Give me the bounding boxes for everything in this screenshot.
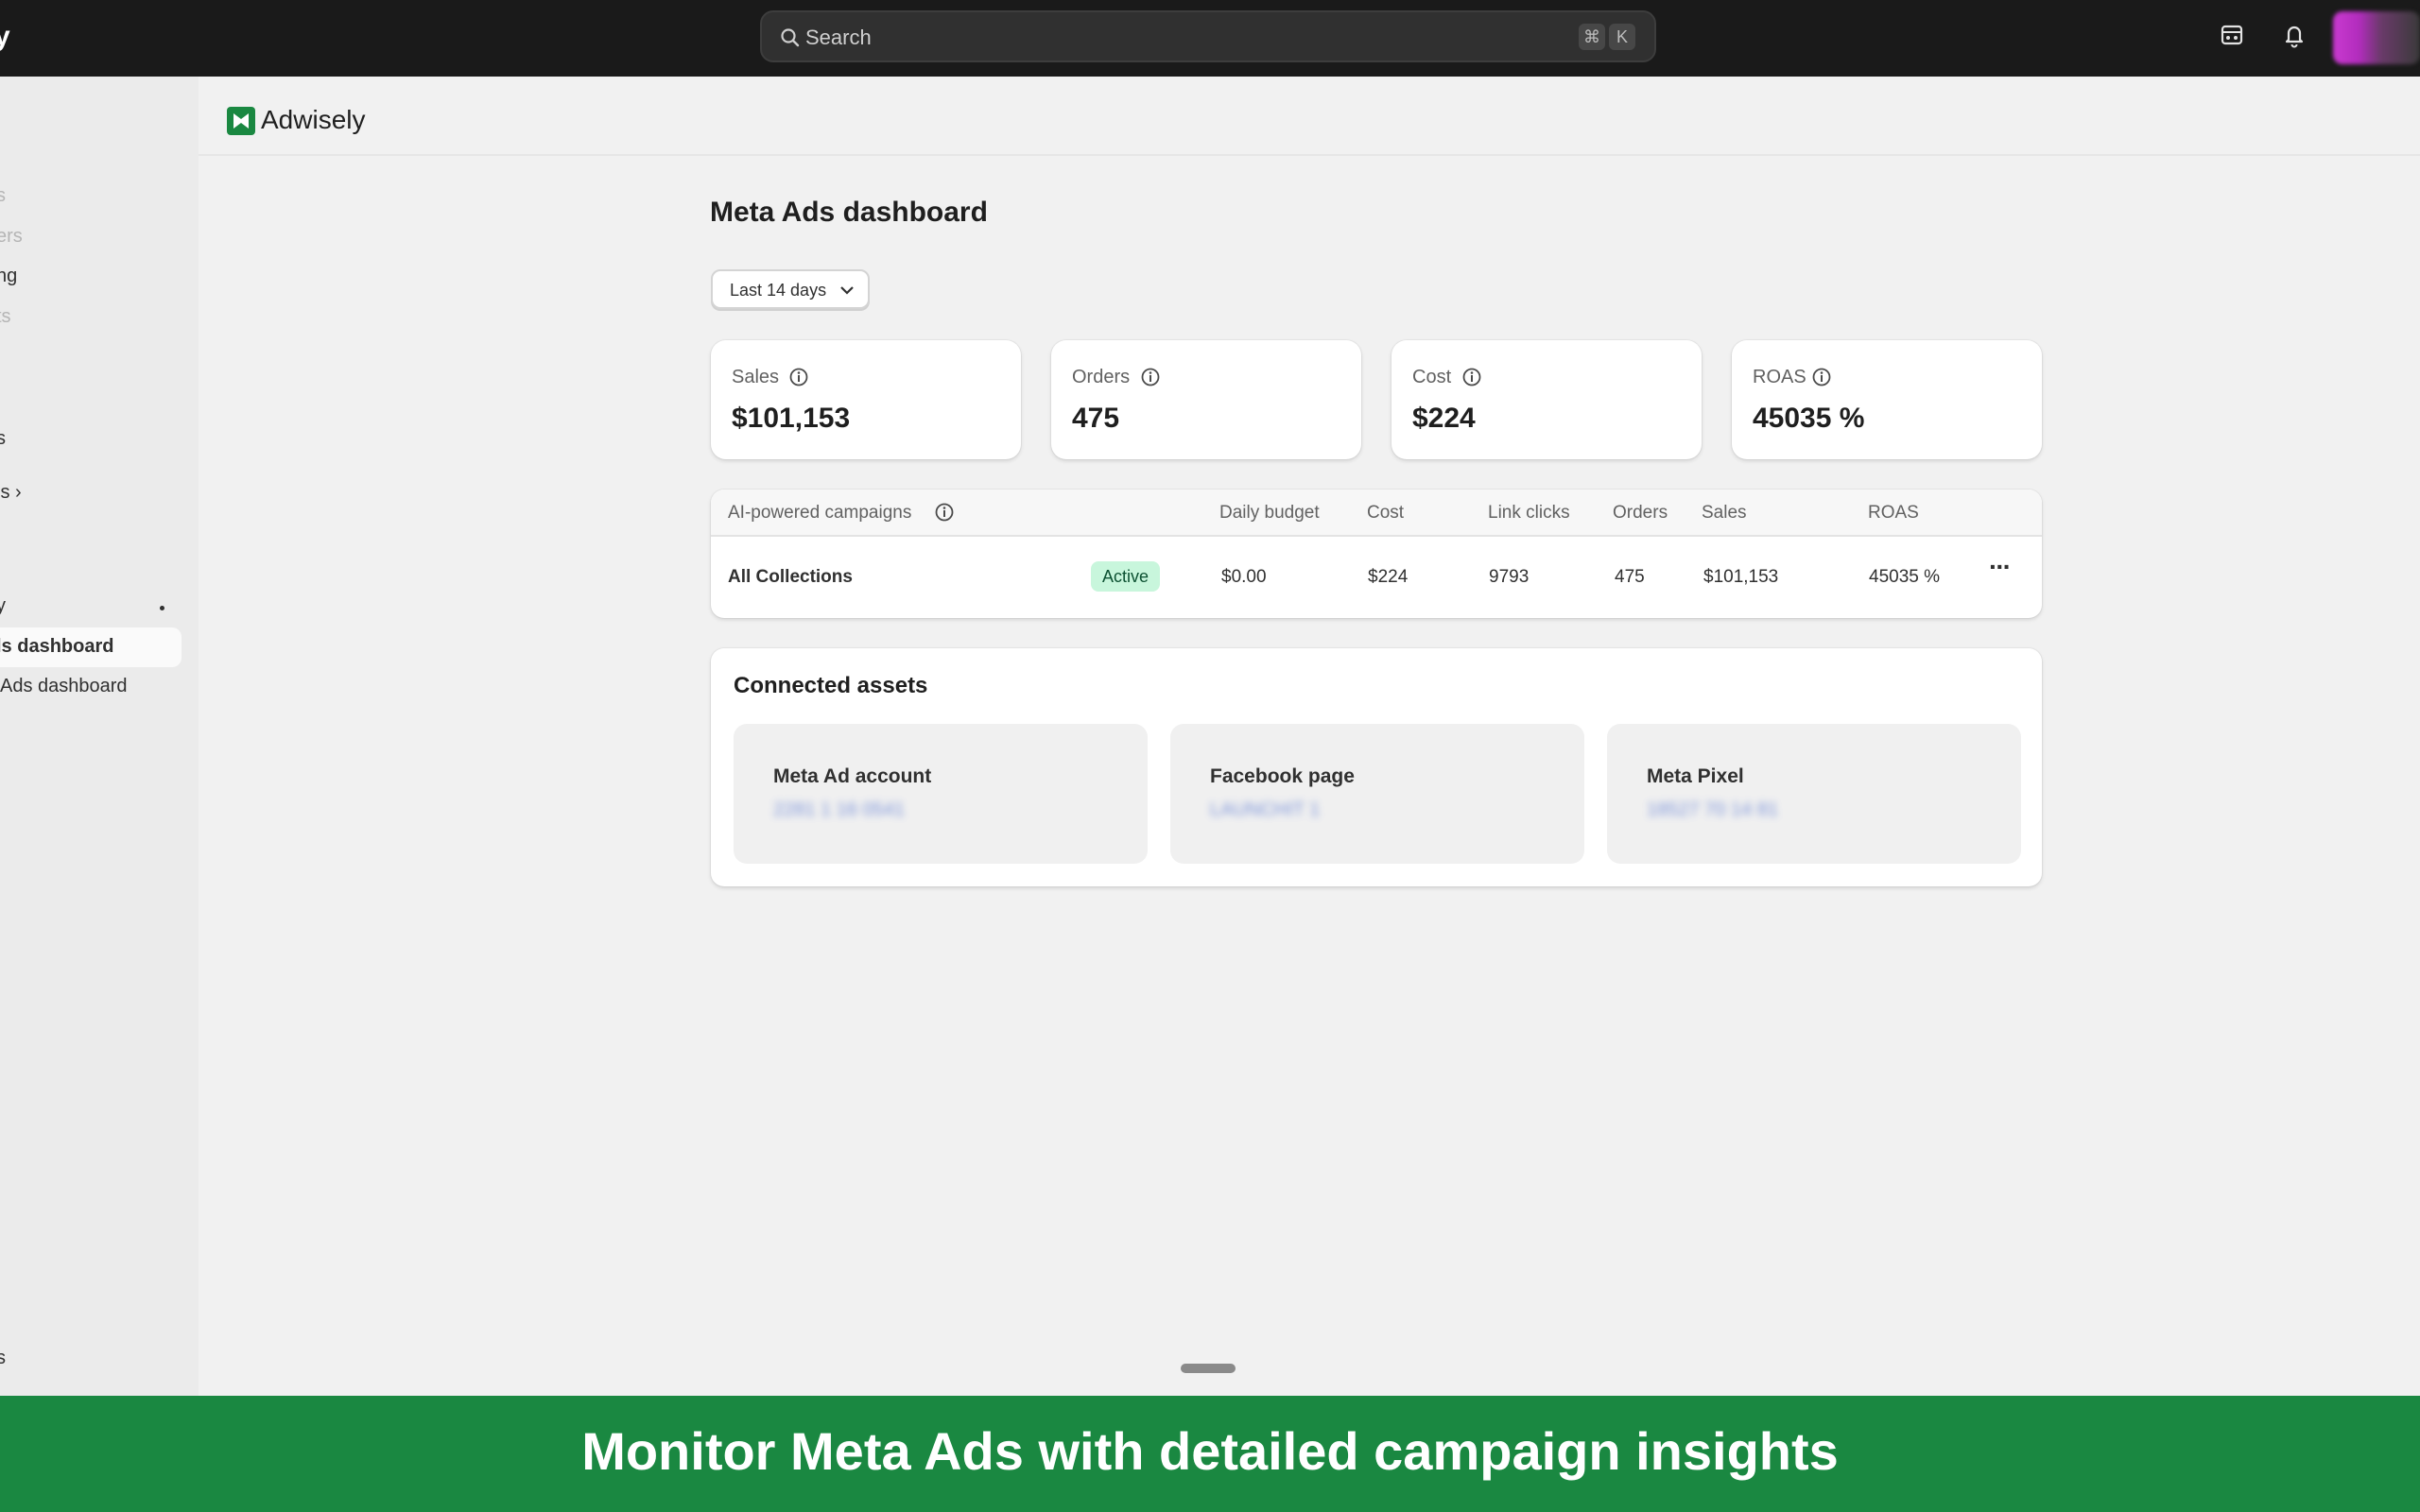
asset-meta-pixel[interactable]: Meta Pixel 18527 70 14 81 xyxy=(1607,724,2021,864)
app-header: Adwisely xyxy=(199,77,2420,156)
asset-value-redacted: LAUNCHIT 1 xyxy=(1210,799,1321,820)
cell-cost: $224 xyxy=(1368,567,1409,587)
metric-label: Sales xyxy=(732,367,780,387)
connected-assets-card: Connected assets Meta Ad account 2281 1 … xyxy=(711,648,2042,886)
sidebar-dot xyxy=(160,606,164,610)
sidebar-item-1[interactable]: s xyxy=(0,185,6,207)
caption-text: Monitor Meta Ads with detailed campaign … xyxy=(581,1421,1839,1481)
connected-assets-title: Connected assets xyxy=(734,673,928,698)
info-icon[interactable] xyxy=(934,502,955,523)
more-icon: ··· xyxy=(1989,552,2012,581)
table-header: AI-powered campaigns Daily budget Cost L… xyxy=(711,490,2042,537)
sidebar-item-ads-dashboard[interactable]: Ads dashboard xyxy=(0,676,128,697)
col-header-cost: Cost xyxy=(1367,503,1405,523)
asset-name: Facebook page xyxy=(1210,765,1355,787)
info-icon[interactable] xyxy=(1811,367,1832,387)
sidebar-item-4[interactable]: ts xyxy=(0,306,11,328)
drag-handle[interactable] xyxy=(1181,1364,1236,1373)
status-badge: Active xyxy=(1091,561,1161,592)
sidebar-item-7[interactable]: y xyxy=(0,595,6,617)
sidebar: s ers ng ts s ls › y ls dashboard Ads da… xyxy=(0,77,199,1396)
asset-facebook-page[interactable]: Facebook page LAUNCHIT 1 xyxy=(1170,724,1584,864)
metric-label: ROAS xyxy=(1753,367,1806,387)
bell-icon[interactable] xyxy=(2280,21,2308,49)
info-icon[interactable] xyxy=(1461,367,1482,387)
col-header-sales: Sales xyxy=(1702,503,1747,523)
store-name[interactable]: y xyxy=(0,21,10,53)
sidebar-item-meta-dashboard[interactable]: ls dashboard xyxy=(0,636,113,658)
search-icon xyxy=(781,28,800,47)
cell-link-clicks: 9793 xyxy=(1489,567,1530,587)
command-key-hint: ⌘ xyxy=(1579,24,1605,50)
cell-roas: 45035 % xyxy=(1869,567,1941,587)
metric-value: 475 xyxy=(1072,403,1120,434)
date-range-button[interactable]: Last 14 days xyxy=(711,269,870,309)
cell-orders: 475 xyxy=(1615,567,1645,587)
metric-value: 45035 % xyxy=(1753,403,1865,434)
metric-value: $224 xyxy=(1412,403,1476,434)
campaigns-table: AI-powered campaigns Daily budget Cost L… xyxy=(711,490,2042,618)
cell-sales: $101,153 xyxy=(1703,567,1779,587)
search-bar[interactable]: Search ⌘ K xyxy=(760,10,1656,62)
asset-value-redacted: 2281 1 16 0541 xyxy=(773,799,906,820)
metric-card-orders: Orders 475 xyxy=(1051,340,1361,459)
sidebar-item-settings[interactable]: s xyxy=(0,1348,6,1369)
metric-value: $101,153 xyxy=(732,403,851,434)
col-header-roas: ROAS xyxy=(1868,503,1919,523)
avatar[interactable] xyxy=(2333,11,2420,64)
chevron-down-icon xyxy=(840,286,854,295)
sidebar-item-2[interactable]: ers xyxy=(0,226,23,248)
col-header-orders: Orders xyxy=(1613,503,1668,523)
sidebar-item-5[interactable]: s xyxy=(0,428,6,450)
top-bar: y Search ⌘ K xyxy=(0,0,2420,77)
app-name: Adwisely xyxy=(261,105,366,134)
cell-daily-budget: $0.00 xyxy=(1221,567,1267,587)
sidebar-item-3[interactable]: ng xyxy=(0,266,17,287)
col-header-campaign: AI-powered campaigns xyxy=(728,503,912,523)
asset-name: Meta Pixel xyxy=(1647,765,1744,787)
store-icon[interactable] xyxy=(2218,21,2246,49)
info-icon[interactable] xyxy=(1140,367,1161,387)
col-header-daily-budget: Daily budget xyxy=(1219,503,1320,523)
adwisely-logo-icon xyxy=(227,107,255,135)
info-icon[interactable] xyxy=(788,367,809,387)
k-key-hint: K xyxy=(1609,24,1635,50)
caption-banner: Monitor Meta Ads with detailed campaign … xyxy=(0,1396,2420,1512)
asset-value-redacted: 18527 70 14 81 xyxy=(1647,799,1779,820)
date-range-label: Last 14 days xyxy=(730,281,827,300)
more-actions-button[interactable]: ··· xyxy=(1985,552,2019,588)
metric-label: Orders xyxy=(1072,367,1131,387)
metric-card-roas: ROAS 45035 % xyxy=(1732,340,2042,459)
sidebar-item-6[interactable]: ls › xyxy=(0,482,22,504)
metric-card-cost: Cost $224 xyxy=(1392,340,1702,459)
asset-name: Meta Ad account xyxy=(773,765,932,787)
metric-card-sales: Sales $101,153 xyxy=(711,340,1021,459)
asset-meta-ad-account[interactable]: Meta Ad account 2281 1 16 0541 xyxy=(734,724,1148,864)
search-placeholder: Search xyxy=(805,26,872,49)
metric-label: Cost xyxy=(1412,367,1452,387)
campaign-name[interactable]: All Collections xyxy=(728,567,853,588)
col-header-link-clicks: Link clicks xyxy=(1488,503,1570,523)
page-title: Meta Ads dashboard xyxy=(710,197,988,228)
